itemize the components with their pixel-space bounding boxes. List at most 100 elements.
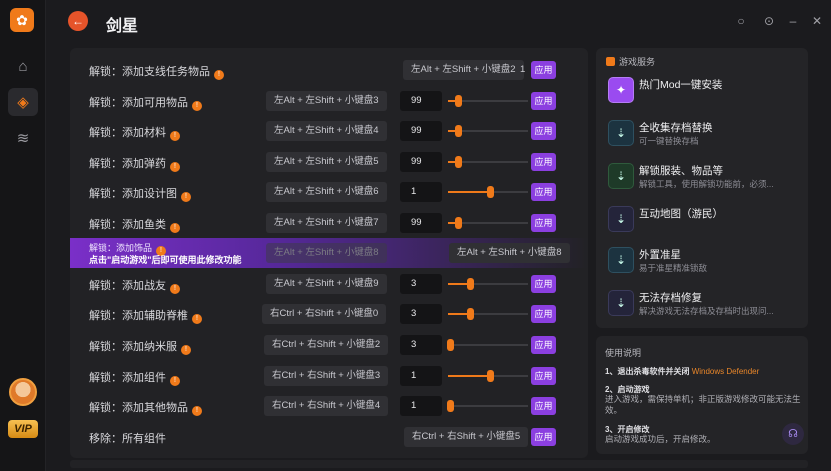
info-icon[interactable]: ! (214, 70, 224, 80)
quantity-input[interactable]: 1 (400, 396, 442, 416)
apply-button[interactable]: 应用 (531, 305, 556, 323)
hotkey-field[interactable]: 右Ctrl + 右Shift + 小键盘0 (262, 304, 387, 324)
services-title: 游戏服务 (606, 55, 655, 68)
close-icon[interactable]: ✕ (810, 14, 824, 28)
minimize-icon[interactable]: – (786, 14, 800, 28)
quantity-slider[interactable] (448, 95, 528, 107)
apply-button[interactable]: 应用 (531, 428, 556, 446)
headset-support-icon[interactable]: ☊ (782, 423, 804, 445)
service-item[interactable]: ✦ 热门Mod一键安装 (606, 74, 801, 114)
back-arrow-icon[interactable]: ← (68, 11, 88, 31)
mod-row: 解锁：添加辅助脊椎! 右Ctrl + 右Shift + 小键盘0 3 应用 (70, 299, 588, 329)
service-name: 外置准星 (639, 249, 681, 261)
quantity-slider[interactable] (448, 125, 528, 137)
hotkey-field[interactable]: 右Ctrl + 右Shift + 小键盘4 (264, 396, 389, 416)
mod-label: 解锁：添加弹药! (89, 155, 180, 172)
quantity-slider[interactable] (447, 339, 528, 351)
service-desc: 易于准星精准锁敌 (639, 263, 708, 273)
hotkey-field[interactable]: 左Alt + 左Shift + 小键盘5 (266, 152, 387, 172)
hotkey-field[interactable]: 右Ctrl + 右Shift + 小键盘5 (404, 427, 529, 447)
service-item[interactable]: ⇣ 无法存档修复 解决游戏无法存档及存档时出现问... (606, 287, 801, 327)
quantity-input[interactable]: 99 (400, 152, 442, 172)
info-icon[interactable]: ! (192, 101, 202, 111)
info-icon[interactable]: ! (181, 192, 191, 202)
info-icon[interactable]: ! (170, 284, 180, 294)
quantity-input[interactable]: 1 (400, 182, 442, 202)
mod-row: 解锁：添加其他物品! 右Ctrl + 右Shift + 小键盘4 1 应用 (70, 391, 588, 421)
download-icon: ⇣ (608, 247, 634, 273)
hotkey-field[interactable]: 左Alt + 左Shift + 小键盘8 (449, 243, 570, 263)
quantity-slider[interactable] (448, 186, 528, 198)
download-icon: ⇣ (608, 290, 634, 316)
apply-button[interactable]: 应用 (531, 275, 556, 293)
service-item[interactable]: ⇣ 外置准星 易于准星精准锁敌 (606, 244, 801, 284)
home-icon[interactable]: ⌂ (8, 52, 38, 80)
info-icon[interactable]: ! (170, 162, 180, 172)
quantity-input[interactable]: 3 (400, 274, 442, 294)
hotkey-field[interactable]: 右Ctrl + 右Shift + 小键盘3 (264, 366, 389, 386)
sidebar: ✿ ⌂ ◈ ≋ VIP (0, 0, 46, 471)
usage-title: 使用说明 (605, 348, 642, 358)
vip-badge[interactable]: VIP (8, 420, 38, 438)
download-icon: ⇣ (608, 163, 634, 189)
quantity-slider[interactable] (448, 217, 528, 229)
apply-button[interactable]: 应用 (531, 367, 556, 385)
puzzle-icon: ✦ (608, 77, 634, 103)
info-icon[interactable]: ! (170, 223, 180, 233)
service-item[interactable]: ⇣ 解锁服装、物品等 解锁工具，使用解锁功能前，必须... (606, 160, 801, 200)
quantity-input[interactable]: 3 (400, 335, 442, 355)
apply-button[interactable]: 应用 (531, 183, 556, 201)
windows-defender-link[interactable]: Windows Defender (692, 367, 760, 376)
quantity-input[interactable]: 3 (400, 304, 442, 324)
apply-button[interactable]: 应用 (531, 397, 556, 415)
quantity-slider[interactable] (448, 308, 528, 320)
quantity-slider[interactable] (448, 278, 528, 290)
database-icon[interactable]: ≋ (8, 124, 38, 152)
hotkey-field[interactable]: 左Alt + 左Shift + 小键盘7 (266, 213, 387, 233)
settings-icon[interactable]: ⊙ (762, 14, 776, 28)
hotkey-field[interactable]: 左Alt + 左Shift + 小键盘3 (266, 91, 387, 111)
hotkey-field[interactable]: 左Alt + 左Shift + 小键盘4 (266, 121, 387, 141)
service-name: 无法存档修复 (639, 292, 702, 304)
mod-label: 解锁：添加战友! (89, 277, 180, 294)
info-icon[interactable]: ! (192, 314, 202, 324)
service-desc: 可一键替换存档 (639, 136, 699, 146)
mod-row: 解锁：添加组件! 右Ctrl + 右Shift + 小键盘3 1 应用 (70, 361, 588, 391)
service-item[interactable]: ⇣ 全收集存档替换 可一键替换存档 (606, 117, 801, 157)
mod-label: 解锁：添加其他物品! (89, 399, 202, 416)
launch-game-notice-banner: 解锁：添加饰品! 点击"启动游戏"后即可使用此修改功能 左Alt + 左Shif… (70, 238, 588, 268)
apply-button[interactable]: 应用 (531, 153, 556, 171)
hotkey-field[interactable]: 左Alt + 左Shift + 小键盘2 (403, 60, 524, 80)
info-icon[interactable]: ! (192, 406, 202, 416)
info-icon[interactable]: ! (170, 376, 180, 386)
hotkey-field-disabled: 左Alt + 左Shift + 小键盘8 (266, 243, 387, 263)
count-value: 1 (520, 64, 526, 75)
hotkey-field[interactable]: 右Ctrl + 右Shift + 小键盘2 (264, 335, 389, 355)
theme-icon[interactable]: ○ (734, 14, 748, 28)
service-name: 热门Mod一键安装 (639, 79, 723, 91)
apply-button[interactable]: 应用 (531, 61, 556, 79)
quantity-slider[interactable] (448, 156, 528, 168)
apply-button[interactable]: 应用 (531, 214, 556, 232)
hotkey-field[interactable]: 左Alt + 左Shift + 小键盘9 (266, 274, 387, 294)
quantity-slider[interactable] (448, 370, 528, 382)
header: ← 剑星 ○ ⊙ – ✕ (46, 0, 831, 44)
apply-button[interactable]: 应用 (531, 122, 556, 140)
apply-button[interactable]: 应用 (531, 336, 556, 354)
notice-text: 点击"启动游戏"后即可使用此修改功能 (89, 255, 242, 265)
quantity-input[interactable]: 99 (400, 91, 442, 111)
quantity-slider[interactable] (447, 400, 528, 412)
app-logo-icon[interactable]: ✿ (10, 8, 34, 32)
apply-button[interactable]: 应用 (531, 92, 556, 110)
quantity-input[interactable]: 99 (400, 213, 442, 233)
info-icon[interactable]: ! (181, 345, 191, 355)
gamepad-icon[interactable]: ◈ (8, 88, 38, 116)
download-icon: ⇣ (608, 206, 634, 232)
quantity-input[interactable]: 1 (400, 366, 442, 386)
service-item[interactable]: ⇣ 互动地图（游民） (606, 203, 801, 243)
info-icon[interactable]: ! (170, 131, 180, 141)
hotkey-field[interactable]: 左Alt + 左Shift + 小键盘6 (266, 182, 387, 202)
quantity-input[interactable]: 99 (400, 121, 442, 141)
avatar[interactable] (9, 378, 37, 406)
mod-row: 解锁：添加鱼类! 左Alt + 左Shift + 小键盘7 99 应用 (70, 208, 588, 238)
